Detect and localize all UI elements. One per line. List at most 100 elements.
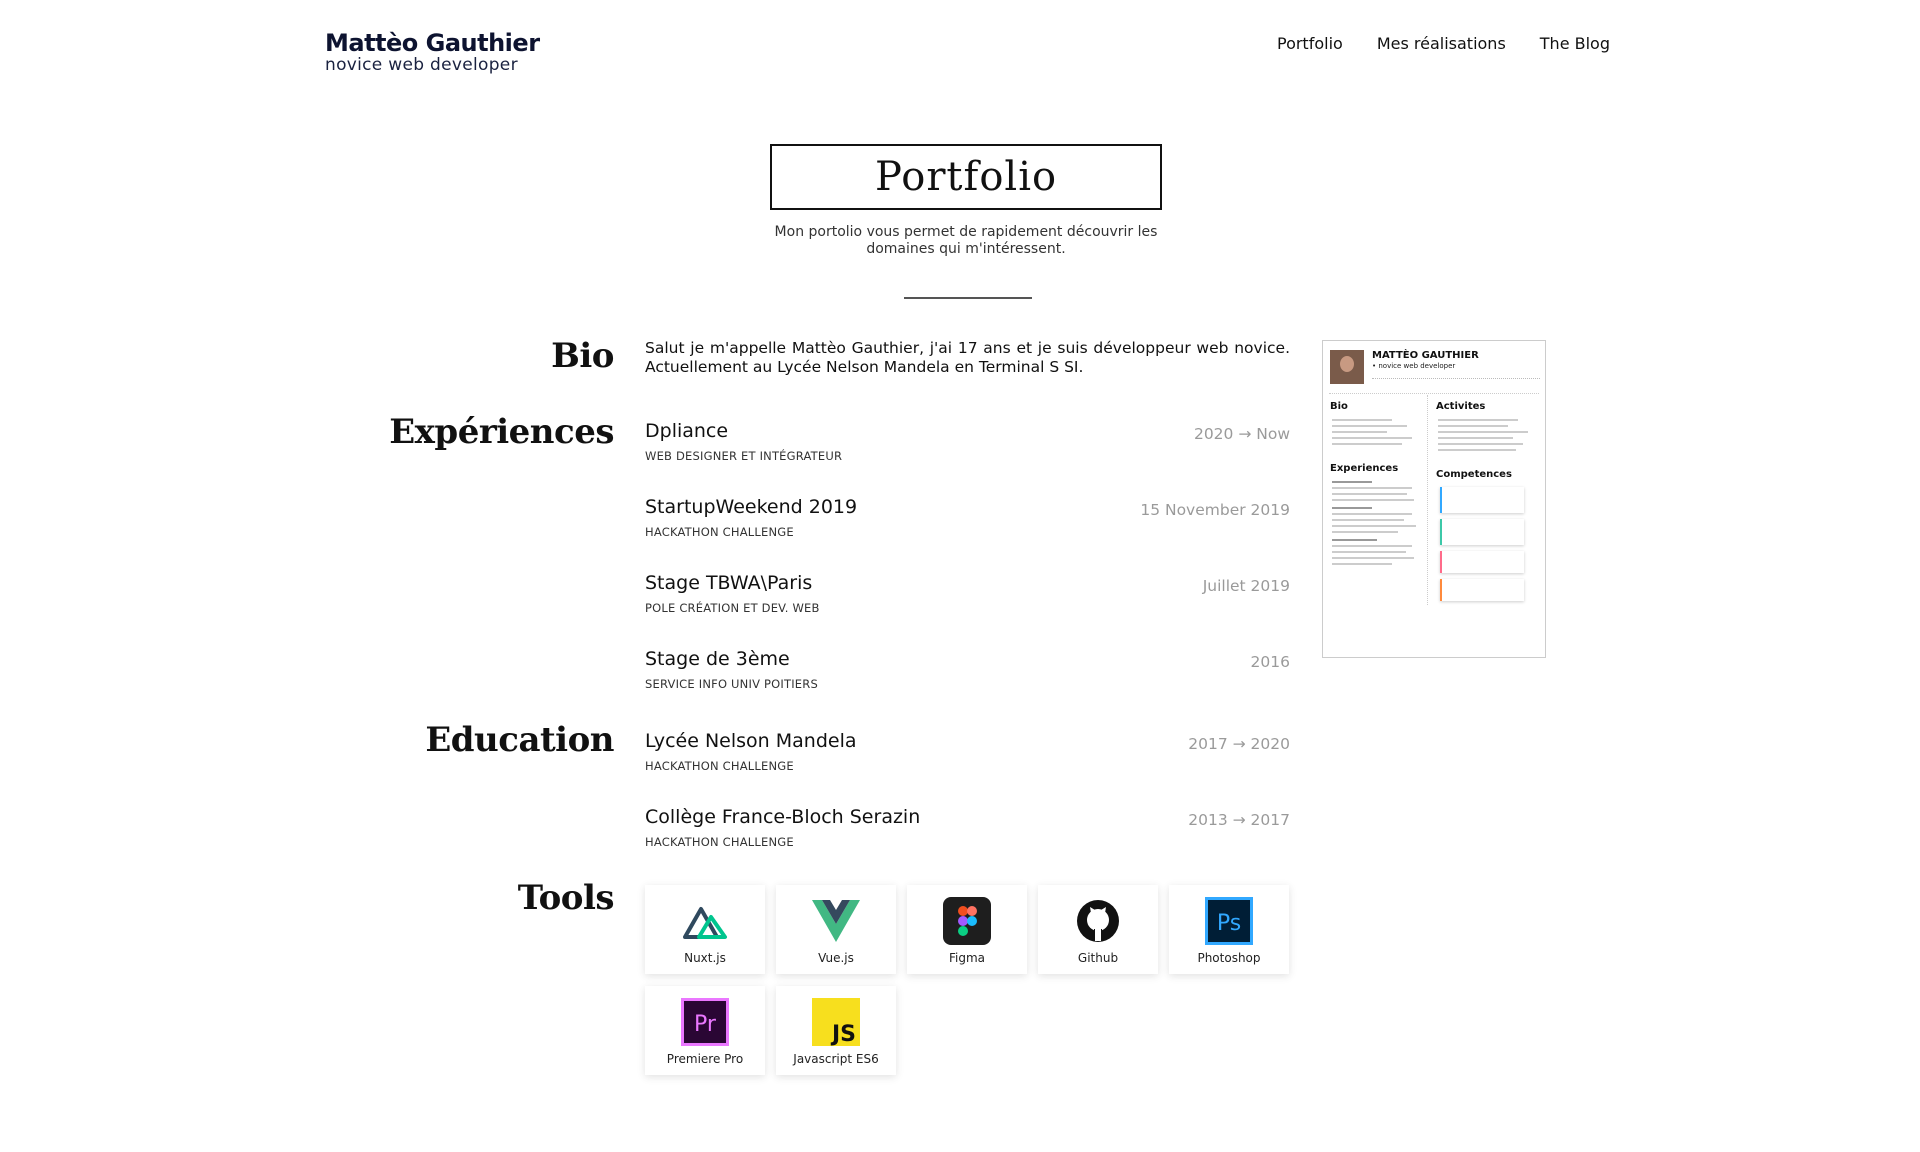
tool-label: Nuxt.js [684, 951, 726, 965]
cv-text-line [1332, 507, 1372, 509]
brand-tagline: novice web developer [325, 55, 518, 75]
cv-text-line [1332, 557, 1414, 559]
cv-text-line [1332, 425, 1407, 427]
cv-text-line [1332, 545, 1412, 547]
education-date: 2017 → 2020 [1188, 735, 1290, 753]
cv-heading-bio: Bio [1330, 401, 1348, 412]
experience-title: StartupWeekend 2019 [645, 496, 858, 518]
experience-item: Dpliance WEB DESIGNER ET INTÉGRATEUR 202… [645, 420, 1290, 470]
education-date: 2013 → 2017 [1188, 811, 1290, 829]
cv-text-line [1332, 563, 1392, 565]
experience-title: Stage de 3ème [645, 648, 790, 670]
cv-text-line [1438, 443, 1523, 445]
experience-date: Juillet 2019 [1202, 577, 1290, 595]
experience-item: Stage de 3ème SERVICE INFO UNIV POITIERS… [645, 648, 1290, 698]
cv-text-line [1438, 431, 1528, 433]
cv-skill-card [1440, 519, 1524, 545]
cv-text-line [1332, 525, 1416, 527]
cv-heading-experiences: Experiences [1330, 463, 1399, 474]
tool-label: Github [1077, 951, 1119, 965]
svg-text:Pr: Pr [694, 1012, 717, 1037]
cv-text-line [1332, 499, 1414, 501]
cv-skill-card [1440, 551, 1524, 573]
svg-text:Ps: Ps [1217, 911, 1241, 936]
cv-text-line [1438, 437, 1513, 439]
cv-tagline: • novice web developer [1372, 362, 1456, 370]
svg-text:JS: JS [830, 1022, 856, 1046]
cv-heading-activites: Activites [1436, 401, 1486, 412]
experience-date: 2016 [1250, 653, 1290, 671]
education-item: Lycée Nelson Mandela HACKATHON CHALLENGE… [645, 730, 1290, 780]
github-icon [1074, 897, 1122, 945]
nav-blog[interactable]: The Blog [1540, 34, 1610, 53]
vue-icon [812, 897, 860, 945]
cv-text-line [1332, 531, 1398, 533]
tool-label: Vue.js [818, 951, 854, 965]
cv-divider [1329, 393, 1539, 394]
avatar [1330, 350, 1364, 384]
tool-card-nuxt[interactable]: Nuxt.js [645, 885, 765, 974]
experience-title: Stage TBWA\Paris [645, 572, 813, 594]
cv-text-line [1332, 539, 1377, 541]
education-title: Collège France-Bloch Serazin [645, 806, 921, 828]
cv-text-line [1438, 425, 1508, 427]
brand-name: Mattèo Gauthier [325, 29, 540, 57]
experience-item: StartupWeekend 2019 HACKATHON CHALLENGE … [645, 496, 1290, 546]
education-subtitle: HACKATHON CHALLENGE [645, 835, 794, 849]
education-item: Collège France-Bloch Serazin HACKATHON C… [645, 806, 1290, 856]
experience-date: 15 November 2019 [1140, 501, 1290, 519]
section-heading-experiences: Expériences [389, 412, 614, 452]
tools-grid: Nuxt.js Vue.js Figma Github Ps Photoshop… [645, 885, 1305, 1075]
page-subtitle: Mon portolio vous permet de rapidement d… [774, 224, 1158, 257]
tool-label: Javascript ES6 [793, 1052, 879, 1066]
experience-title: Dpliance [645, 420, 729, 442]
nav-mes-realisations[interactable]: Mes réalisations [1377, 34, 1506, 53]
nuxt-icon [681, 897, 729, 945]
cv-text-line [1332, 519, 1404, 521]
experience-subtitle: SERVICE INFO UNIV POITIERS [645, 677, 818, 691]
tool-label: Figma [948, 951, 986, 965]
cv-text-line [1332, 487, 1412, 489]
tool-card-photoshop[interactable]: Ps Photoshop [1169, 885, 1289, 974]
javascript-icon: JS [812, 998, 860, 1046]
photoshop-icon: Ps [1205, 897, 1253, 945]
nav-portfolio[interactable]: Portfolio [1277, 34, 1343, 53]
cv-name: MATTÈO GAUTHIER [1372, 350, 1479, 361]
cv-column-divider [1427, 395, 1428, 605]
tool-card-vue[interactable]: Vue.js [776, 885, 896, 974]
tool-card-premiere[interactable]: Pr Premiere Pro [645, 986, 765, 1075]
experience-item: Stage TBWA\Paris POLE CRÉATION ET DEV. W… [645, 572, 1290, 622]
experience-subtitle: HACKATHON CHALLENGE [645, 525, 794, 539]
cv-text-line [1438, 449, 1516, 451]
page-title: Portfolio [874, 154, 1058, 200]
divider [904, 297, 1032, 299]
tool-card-figma[interactable]: Figma [907, 885, 1027, 974]
tool-card-javascript[interactable]: JS Javascript ES6 [776, 986, 896, 1075]
tool-label: Premiere Pro [666, 1052, 744, 1066]
figma-icon [943, 897, 991, 945]
cv-text-line [1332, 443, 1402, 445]
cv-contact-line [1372, 378, 1540, 383]
section-heading-tools: Tools [517, 878, 615, 918]
education-title: Lycée Nelson Mandela [645, 730, 857, 752]
cv-skill-card [1440, 579, 1524, 601]
main-nav: Portfolio Mes réalisations The Blog [1277, 34, 1610, 53]
section-heading-bio: Bio [551, 336, 614, 376]
education-subtitle: HACKATHON CHALLENGE [645, 759, 794, 773]
bio-text: Salut je m'appelle Mattèo Gauthier, j'ai… [645, 339, 1290, 376]
tool-card-github[interactable]: Github [1038, 885, 1158, 974]
cv-text-line [1332, 493, 1407, 495]
premiere-icon: Pr [681, 998, 729, 1046]
brand-logo[interactable]: Mattèo Gauthier novice web developer [325, 30, 540, 74]
experience-subtitle: POLE CRÉATION ET DEV. WEB [645, 601, 820, 615]
section-heading-education: Education [425, 720, 614, 760]
cv-preview[interactable]: MATTÈO GAUTHIER • novice web developer B… [1322, 340, 1546, 658]
cv-text-line [1438, 419, 1518, 421]
cv-heading-competences: Competences [1436, 469, 1512, 480]
experience-subtitle: WEB DESIGNER ET INTÉGRATEUR [645, 449, 843, 463]
cv-text-line [1332, 481, 1372, 483]
page-title-box: Portfolio [770, 144, 1162, 210]
cv-text-line [1332, 551, 1406, 553]
cv-text-line [1332, 437, 1412, 439]
cv-text-line [1332, 513, 1412, 515]
